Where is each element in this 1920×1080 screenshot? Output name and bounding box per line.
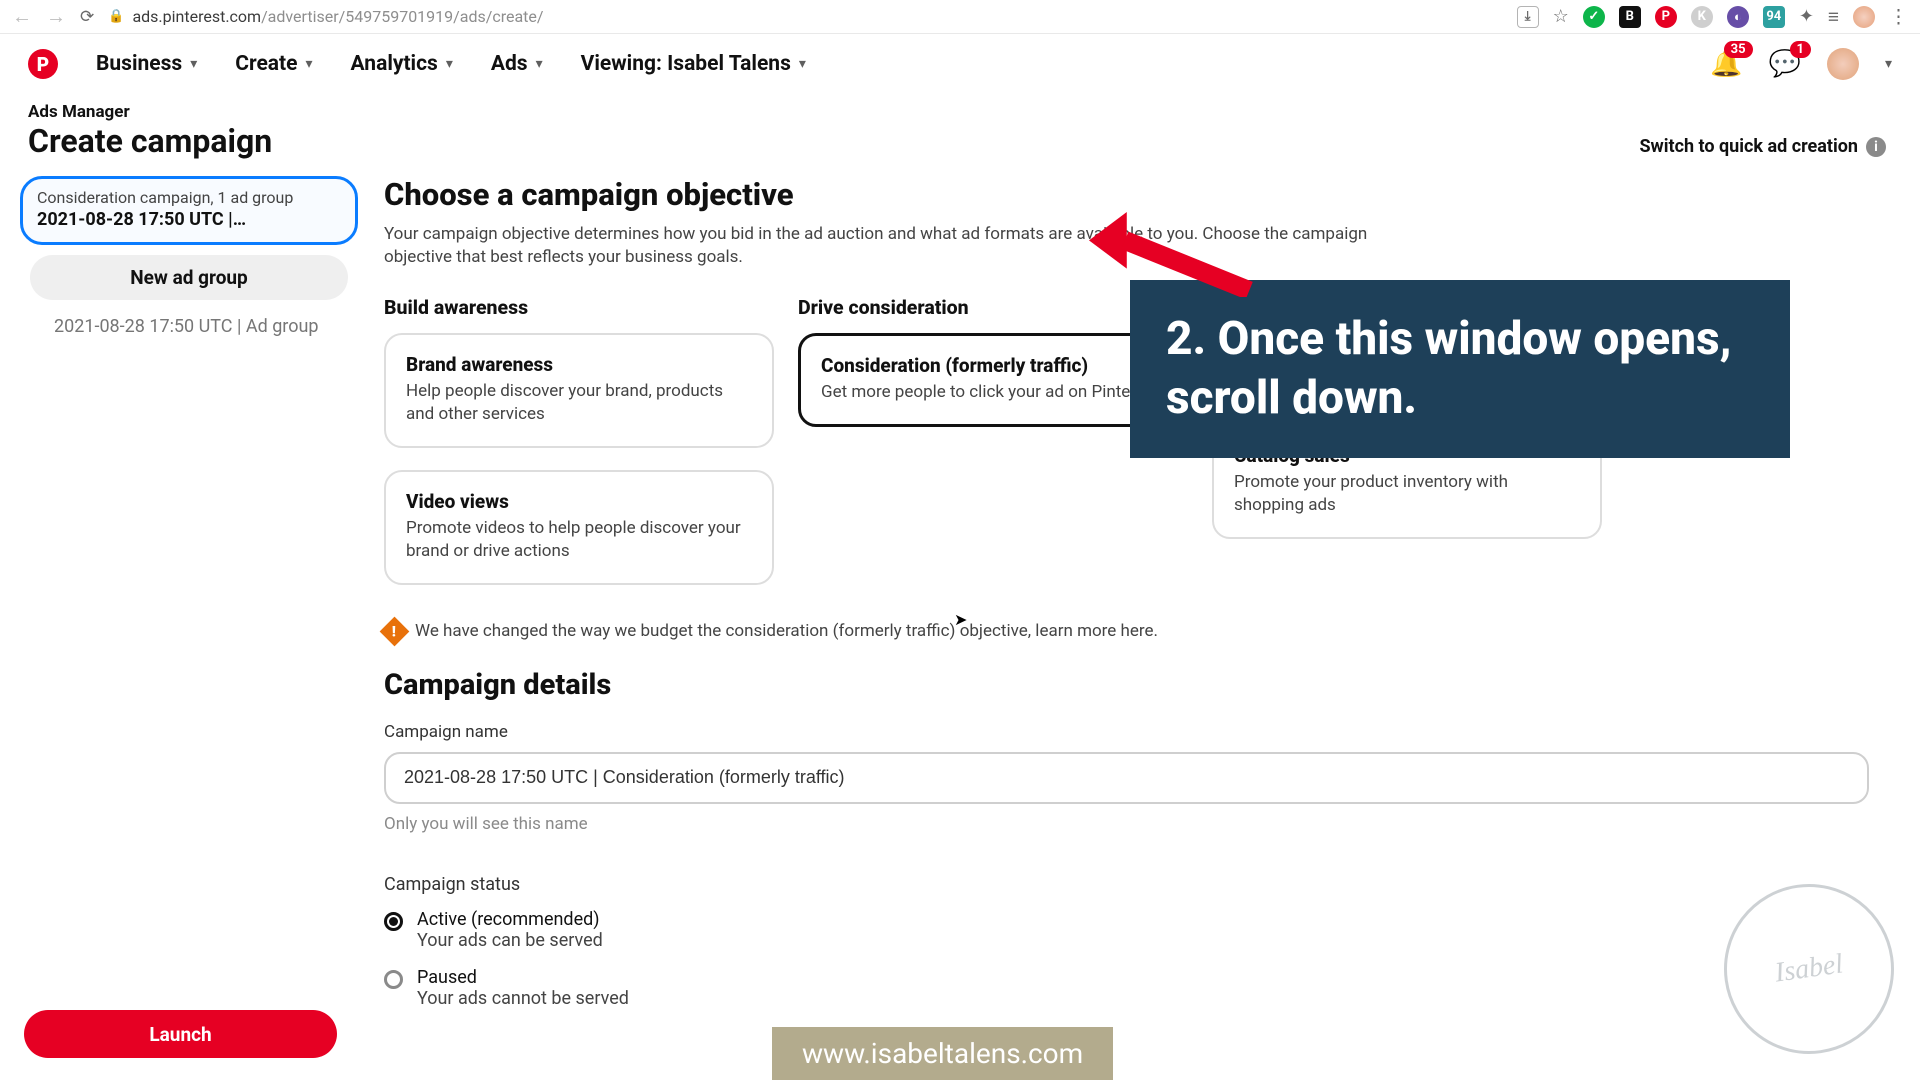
radio-icon [384,970,403,989]
campaign-name-label: Campaign name [384,722,1892,742]
card-desc: Promote videos to help people discover y… [406,517,752,563]
info-icon: i [1866,137,1886,157]
notice-text: We have changed the way we budget the co… [415,621,1158,641]
forward-icon[interactable]: → [46,4,66,29]
card-desc: Promote your product inventory with shop… [1234,471,1580,517]
chevron-down-icon[interactable]: ▾ [1885,56,1892,72]
refresh-icon[interactable]: ⟳ [80,7,94,27]
pinterest-icon[interactable]: P [1655,6,1677,28]
url-host: ads.pinterest.com [132,7,261,26]
url-bar[interactable]: ads.pinterest.com/advertiser/54975970191… [132,7,543,26]
back-icon[interactable]: ← [12,4,32,29]
warning-icon: ! [380,616,410,646]
launch-button[interactable]: Launch [24,1010,337,1058]
radio-icon [384,912,403,931]
browser-chrome: ← → ⟳ 🔒 ads.pinterest.com/advertiser/549… [0,0,1920,34]
radio-title: Active (recommended) [417,909,603,930]
card-title: Consideration (formerly traffic) [821,354,1165,377]
annotation-arrow-icon [1089,212,1259,297]
switch-quick-creation[interactable]: Switch to quick ad creation i [1639,136,1886,157]
radio-title: Paused [417,967,629,988]
reading-list-icon[interactable]: ≡ [1828,5,1839,29]
messages-icon[interactable]: 💬1 [1769,49,1801,79]
sidebar-ad-group-row[interactable]: 2021-08-28 17:50 UTC | Ad group [20,300,358,337]
radio-sub: Your ads cannot be served [417,988,629,1009]
pinterest-logo-icon[interactable]: P [28,49,58,79]
campaign-status-label: Campaign status [384,874,1892,895]
chevron-down-icon: ▾ [190,56,197,72]
breadcrumb: Ads Manager [28,102,272,122]
chevron-down-icon: ▾ [536,56,543,72]
nav-analytics[interactable]: Analytics▾ [351,52,453,76]
radio-sub: Your ads can be served [417,930,603,951]
objective-heading: Choose a campaign objective [384,176,1892,213]
kebab-icon[interactable]: ⋮ [1889,5,1908,28]
avatar[interactable] [1827,48,1859,80]
campaign-name-input[interactable] [384,752,1869,804]
star-icon[interactable]: ☆ [1553,6,1569,27]
chevron-down-icon: ▾ [446,56,453,72]
nav-create[interactable]: Create▾ [235,52,312,76]
extension-icon[interactable]: K [1691,6,1713,28]
nav-ads[interactable]: Ads▾ [491,52,543,76]
page-title: Create campaign [28,122,272,160]
instruction-callout: 2. Once this window opens, scroll down. [1130,280,1790,458]
campaign-subtitle: Consideration campaign, 1 ad group [37,188,341,207]
objective-video-views[interactable]: Video views Promote videos to help peopl… [384,470,774,585]
chevron-down-icon: ▾ [799,56,806,72]
extension-icon[interactable]: ◐ [1727,6,1749,28]
status-active[interactable]: Active (recommended) Your ads can be ser… [384,909,1892,951]
campaign-name-hint: Only you will see this name [384,814,1892,834]
objective-brand-awareness[interactable]: Brand awareness Help people discover you… [384,333,774,448]
extensions-icon[interactable]: ✦ [1799,6,1814,27]
install-icon[interactable]: ⤓ [1517,6,1539,28]
budget-change-notice[interactable]: ! We have changed the way we budget the … [384,621,1892,642]
watermark-bar: www.isabeltalens.com [772,1027,1113,1080]
extension-icon[interactable]: B [1619,6,1641,28]
extension-icon[interactable]: 94 [1763,6,1785,28]
new-ad-group-button[interactable]: New ad group [30,255,348,300]
campaign-sidebar: Consideration campaign, 1 ad group 2021-… [20,176,358,1025]
campaign-name: 2021-08-28 17:50 UTC |… [37,209,341,230]
switch-label: Switch to quick ad creation [1639,136,1858,157]
cursor-icon: ➤ [954,610,967,629]
top-nav: P Business▾ Create▾ Analytics▾ Ads▾ View… [0,34,1920,94]
nav-business[interactable]: Business▾ [96,52,197,76]
messages-badge: 1 [1790,41,1811,58]
profile-avatar[interactable] [1853,6,1875,28]
callout-text: 2. Once this window opens, scroll down. [1166,310,1754,428]
status-paused[interactable]: Paused Your ads cannot be served [384,967,1892,1009]
extension-icon[interactable]: ✓ [1583,6,1605,28]
card-desc: Get more people to click your ad on Pint… [821,381,1165,404]
nav-viewing[interactable]: Viewing: Isabel Talens▾ [581,52,806,76]
card-title: Brand awareness [406,353,752,376]
column-build-awareness: Build awareness [384,296,774,319]
chevron-down-icon: ▾ [306,56,313,72]
lock-icon: 🔒 [108,9,124,24]
notifications-icon[interactable]: 🔔35 [1710,49,1742,79]
card-desc: Help people discover your brand, product… [406,380,752,426]
url-path: /advertiser/549759701919/ads/create/ [261,7,543,26]
notifications-badge: 35 [1724,41,1753,58]
details-heading: Campaign details [384,668,1892,702]
card-title: Video views [406,490,752,513]
campaign-card[interactable]: Consideration campaign, 1 ad group 2021-… [20,176,358,245]
